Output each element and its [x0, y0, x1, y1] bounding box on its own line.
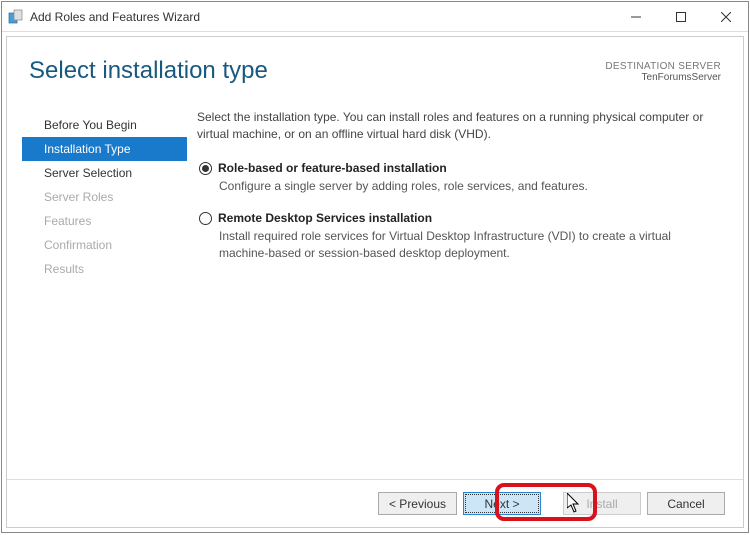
app-icon	[8, 9, 24, 25]
step-confirmation: Confirmation	[22, 233, 187, 257]
step-features: Features	[22, 209, 187, 233]
radio-icon	[199, 162, 212, 175]
close-button[interactable]	[703, 2, 748, 31]
option-description: Configure a single server by adding role…	[219, 178, 721, 195]
cancel-button[interactable]: Cancel	[647, 492, 725, 515]
option-label: Role-based or feature-based installation	[218, 160, 447, 177]
wizard-window: Add Roles and Features Wizard Select ins…	[1, 1, 749, 533]
titlebar: Add Roles and Features Wizard	[2, 2, 748, 32]
step-before-you-begin[interactable]: Before You Begin	[22, 113, 187, 137]
intro-text: Select the installation type. You can in…	[197, 109, 721, 144]
window-title: Add Roles and Features Wizard	[30, 10, 613, 24]
page-header: Select installation type DESTINATION SER…	[7, 37, 743, 95]
destination-block: DESTINATION SERVER TenForumsServer	[605, 61, 721, 83]
radio-icon	[199, 212, 212, 225]
step-results: Results	[22, 257, 187, 281]
page-title: Select installation type	[29, 57, 605, 85]
destination-label: DESTINATION SERVER	[605, 61, 721, 72]
install-button: Install	[563, 492, 641, 515]
previous-button[interactable]: < Previous	[378, 492, 457, 515]
option-role-based[interactable]: Role-based or feature-based installation…	[197, 160, 721, 196]
step-installation-type[interactable]: Installation Type	[22, 137, 187, 161]
destination-server: TenForumsServer	[605, 72, 721, 83]
wizard-footer: < Previous Next > Install Cancel	[7, 479, 743, 527]
body: Before You Begin Installation Type Serve…	[7, 95, 743, 281]
option-remote-desktop[interactable]: Remote Desktop Services installation Ins…	[197, 210, 721, 263]
main-panel: Select the installation type. You can in…	[187, 103, 721, 281]
step-server-selection[interactable]: Server Selection	[22, 161, 187, 185]
installation-type-options: Role-based or feature-based installation…	[197, 160, 721, 263]
option-description: Install required role services for Virtu…	[219, 228, 721, 263]
step-server-roles: Server Roles	[22, 185, 187, 209]
maximize-button[interactable]	[658, 2, 703, 31]
minimize-button[interactable]	[613, 2, 658, 31]
wizard-steps-sidebar: Before You Begin Installation Type Serve…	[7, 103, 187, 281]
next-button[interactable]: Next >	[463, 492, 541, 515]
option-label: Remote Desktop Services installation	[218, 210, 432, 227]
content-area: Select installation type DESTINATION SER…	[6, 36, 744, 528]
window-controls	[613, 2, 748, 31]
